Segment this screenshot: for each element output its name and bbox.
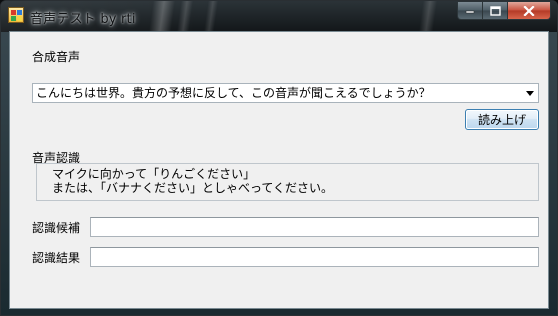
maximize-button[interactable] <box>483 2 508 20</box>
result-field[interactable] <box>90 247 539 267</box>
caption-buttons <box>457 2 551 20</box>
app-window: 音声テスト by rti 合成音声 こんにちは世界。貴方の予想に反して、この音声… <box>0 0 558 316</box>
candidate-field[interactable] <box>90 217 539 237</box>
combobox-value: こんにちは世界。貴方の予想に反して、この音声が聞こえるでしょうか？ <box>36 86 431 100</box>
title-bar-reflection <box>148 1 176 32</box>
title-bar-reflection <box>203 1 219 32</box>
read-aloud-button[interactable]: 読み上げ <box>465 109 539 130</box>
title-bar-reflection <box>418 1 438 32</box>
synthesis-label: 合成音声 <box>32 50 81 64</box>
candidate-label: 認識候補 <box>32 221 81 235</box>
client-area: 合成音声 こんにちは世界。貴方の予想に反して、この音声が聞こえるでしょうか？ 読… <box>9 31 549 309</box>
recognition-instructions: マイクに向かって「りんごください」 または、「バナナください」としゃべってくださ… <box>36 163 539 201</box>
title-bar[interactable]: 音声テスト by rti <box>1 1 557 32</box>
instruction-line: または、「バナナください」としゃべってください。 <box>52 181 334 195</box>
maximize-icon <box>489 5 501 16</box>
result-label: 認識結果 <box>32 251 81 265</box>
window-title: 音声テスト by rti <box>30 12 136 27</box>
close-button[interactable] <box>508 2 551 20</box>
dropdown-arrow-icon[interactable] <box>521 84 538 102</box>
title-bar-reflection <box>176 1 194 32</box>
instruction-line: マイクに向かって「りんごください」 <box>52 167 256 181</box>
app-icon[interactable] <box>8 7 24 23</box>
close-icon <box>523 5 535 16</box>
speech-text-combobox[interactable]: こんにちは世界。貴方の予想に反して、この音声が聞こえるでしょうか？ <box>32 83 539 103</box>
minimize-icon <box>465 8 475 14</box>
minimize-button[interactable] <box>457 2 483 20</box>
